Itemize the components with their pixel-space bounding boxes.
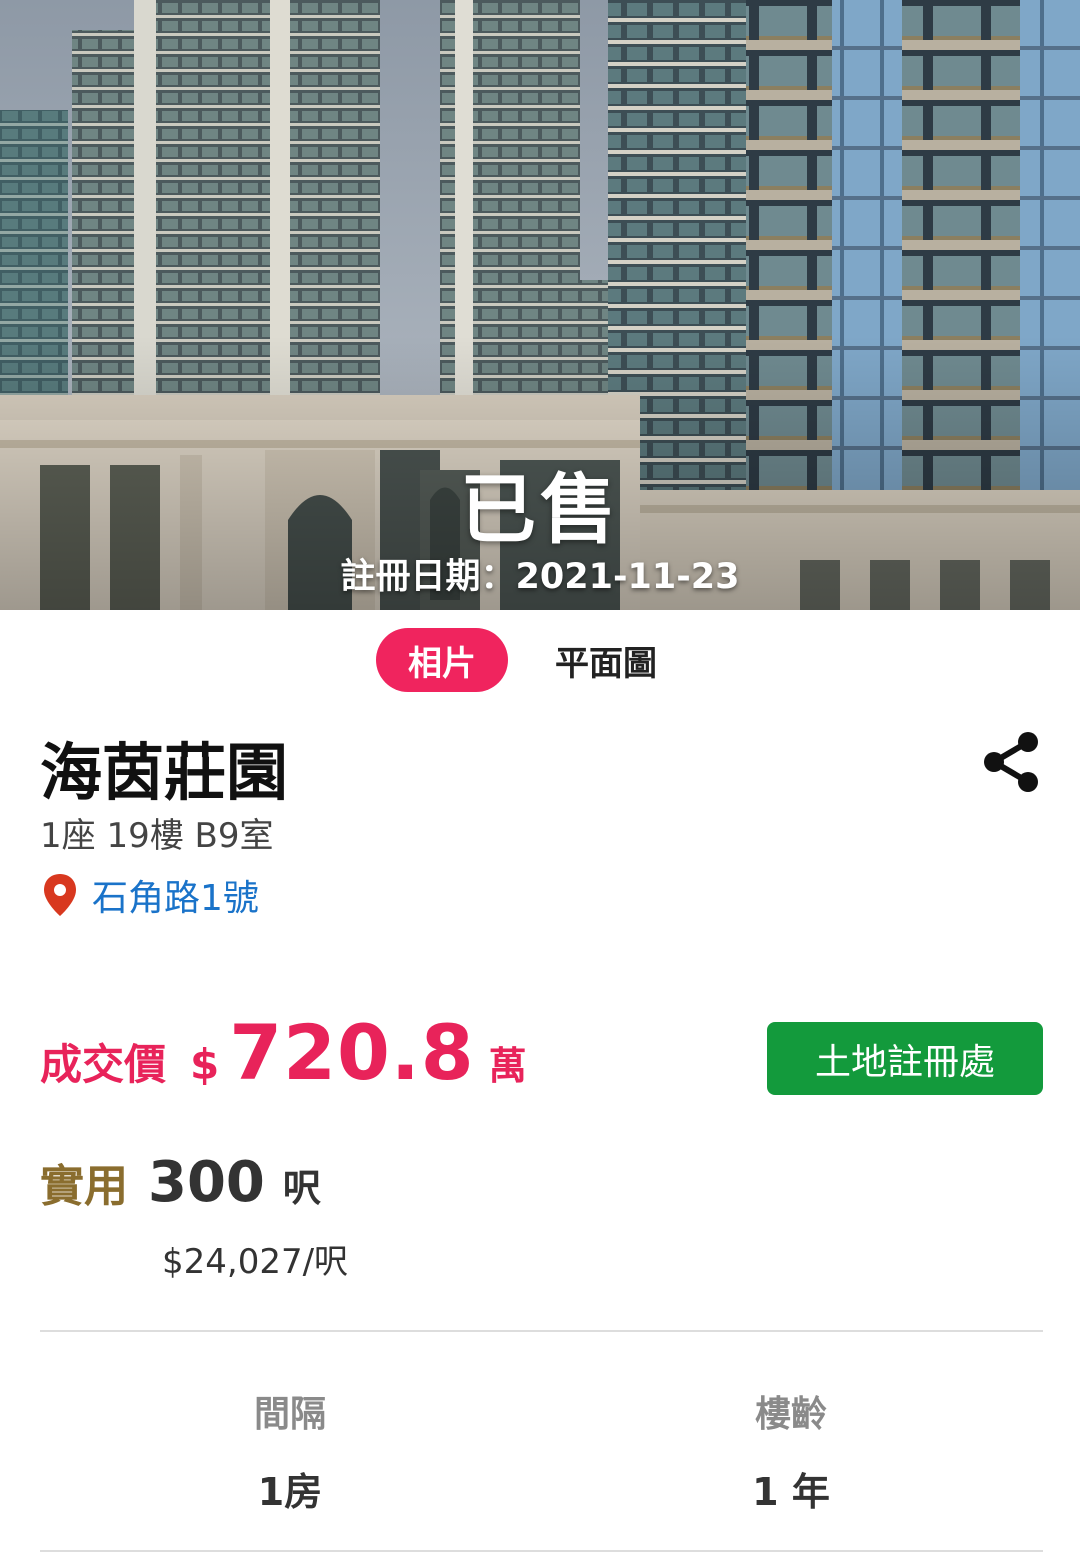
property-photo[interactable]: 已售 註冊日期：2021-11-23 xyxy=(0,0,1080,610)
stat-value: 1房 xyxy=(257,1470,323,1514)
stat-label: 間隔 xyxy=(253,1394,326,1435)
saleable-area: 實用 300 呎 xyxy=(40,1150,321,1226)
address-row[interactable]: 石角路1號 xyxy=(40,870,259,920)
stat-label: 樓齡 xyxy=(754,1394,827,1435)
registration-date: 註冊日期：2021-11-23 xyxy=(340,557,740,597)
address-link[interactable]: 石角路1號 xyxy=(92,869,259,921)
stat-layout: 間隔 1房 xyxy=(140,1385,440,1516)
area-unit: 呎 xyxy=(282,1166,321,1210)
share-button[interactable] xyxy=(980,730,1044,794)
unit-info: 1座 19樓 B9室 xyxy=(40,816,274,856)
sold-status-label: 已售 xyxy=(460,465,620,554)
divider xyxy=(40,1550,1043,1552)
price-value: 720.8 xyxy=(229,1008,475,1097)
price-currency: $ xyxy=(190,1040,220,1089)
area-label: 實用 xyxy=(40,1161,128,1212)
share-icon xyxy=(984,732,1038,792)
area-value: 300 xyxy=(148,1150,265,1215)
tab-floor-plan[interactable]: 平面圖 xyxy=(540,628,672,692)
transaction-price: 成交價 $ 720.8 萬 xyxy=(40,1008,527,1098)
price-per-sqft: $24,027/呎 xyxy=(162,1242,349,1282)
land-registry-button[interactable]: 土地註冊處 xyxy=(767,1022,1043,1095)
tab-photos[interactable]: 相片 xyxy=(376,628,508,692)
price-unit: 萬 xyxy=(488,1044,527,1088)
media-tabs: 相片 平面圖 xyxy=(0,628,1080,694)
price-label: 成交價 xyxy=(40,1040,167,1089)
divider xyxy=(40,1330,1043,1332)
stat-building-age: 樓齡 1 年 xyxy=(641,1385,941,1516)
stat-value: 1 年 xyxy=(752,1470,830,1514)
location-pin-icon xyxy=(44,874,76,916)
estate-name: 海茵莊園 xyxy=(40,736,289,809)
